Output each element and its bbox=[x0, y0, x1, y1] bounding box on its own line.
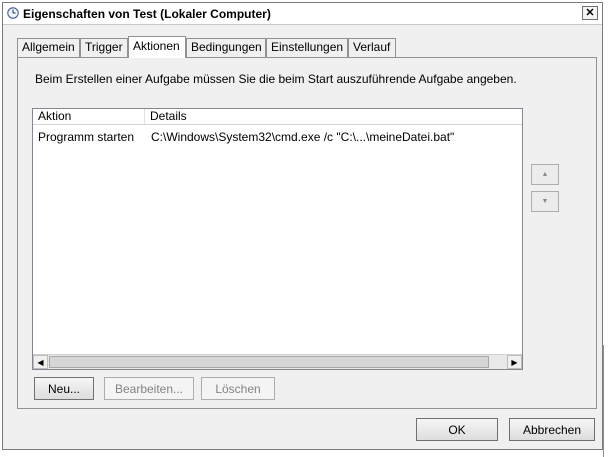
row-action-cell: Programm starten bbox=[38, 130, 135, 144]
tab-bedingungen[interactable]: Bedingungen bbox=[186, 38, 266, 57]
scroll-left-button[interactable]: ◀ bbox=[33, 355, 48, 369]
close-button[interactable]: ✕ bbox=[582, 6, 598, 20]
scroll-left-icon: ◀ bbox=[37, 357, 44, 367]
move-down-button[interactable]: ▼ bbox=[531, 191, 559, 212]
column-header-aktion[interactable]: Aktion bbox=[33, 109, 145, 124]
column-header-details[interactable]: Details bbox=[145, 109, 521, 124]
close-icon: ✕ bbox=[585, 6, 595, 19]
table-row[interactable]: Programm starten C:\Windows\System32\cmd… bbox=[33, 129, 522, 145]
cancel-button[interactable]: Abbrechen bbox=[509, 418, 595, 441]
down-arrow-icon: ▼ bbox=[541, 198, 549, 205]
up-arrow-icon: ▲ bbox=[541, 171, 549, 178]
aktionen-panel: Beim Erstellen einer Aufgabe müssen Sie … bbox=[17, 57, 597, 409]
list-header: Aktion Details bbox=[33, 109, 522, 125]
move-up-button[interactable]: ▲ bbox=[531, 164, 559, 185]
tab-trigger[interactable]: Trigger bbox=[80, 38, 128, 57]
tab-verlauf[interactable]: Verlauf bbox=[348, 38, 396, 57]
new-button[interactable]: Neu... bbox=[34, 377, 94, 400]
delete-button[interactable]: Löschen bbox=[201, 377, 275, 400]
horizontal-scrollbar[interactable]: ◀ ▶ bbox=[33, 354, 522, 369]
tab-einstellungen[interactable]: Einstellungen bbox=[266, 38, 348, 57]
window-title: Eigenschaften von Test (Lokaler Computer… bbox=[23, 7, 271, 21]
scrollbar-thumb[interactable] bbox=[49, 356, 489, 368]
scroll-right-icon: ▶ bbox=[511, 357, 518, 367]
actions-list[interactable]: Aktion Details Programm starten C:\Windo… bbox=[32, 108, 523, 370]
scroll-right-button[interactable]: ▶ bbox=[507, 355, 522, 369]
tab-allgemein[interactable]: Allgemein bbox=[17, 38, 80, 57]
ok-button[interactable]: OK bbox=[416, 418, 498, 441]
background-edge bbox=[603, 345, 609, 457]
tab-aktionen[interactable]: Aktionen bbox=[128, 36, 186, 58]
edit-button[interactable]: Bearbeiten... bbox=[104, 377, 194, 400]
row-details-cell: C:\Windows\System32\cmd.exe /c "C:\...\m… bbox=[151, 130, 455, 144]
title-bar[interactable]: Eigenschaften von Test (Lokaler Computer… bbox=[3, 3, 602, 25]
properties-dialog: Eigenschaften von Test (Lokaler Computer… bbox=[2, 2, 603, 450]
task-scheduler-icon bbox=[7, 7, 19, 19]
instructions-text: Beim Erstellen einer Aufgabe müssen Sie … bbox=[35, 72, 517, 86]
